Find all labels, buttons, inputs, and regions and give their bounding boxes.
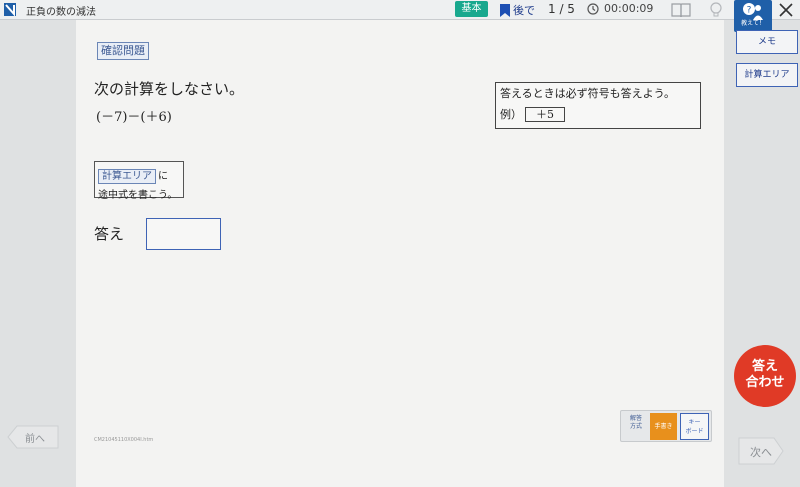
handwriting-mode-button[interactable]: 手書き bbox=[650, 413, 677, 440]
app-logo-icon bbox=[4, 3, 16, 16]
next-button[interactable]: 次へ bbox=[738, 437, 784, 465]
prev-button[interactable]: 前へ bbox=[7, 425, 59, 449]
close-icon[interactable] bbox=[776, 1, 796, 19]
help-button[interactable]: ? 教えて！ bbox=[734, 0, 772, 32]
answer-mode-selector: 解答 方式 手書き キー ボード bbox=[620, 410, 712, 442]
help-label: 教えて！ bbox=[741, 20, 765, 27]
level-badge: 基本 bbox=[455, 1, 488, 17]
check-answer-line2: 合わせ bbox=[745, 375, 785, 390]
calc-area-hint: 計算エリアに 途中式を書こう。 bbox=[94, 161, 184, 201]
svg-text:?: ? bbox=[747, 6, 752, 16]
check-answer-line1: 答え bbox=[751, 359, 778, 374]
check-answer-button[interactable]: 答え 合わせ bbox=[734, 345, 796, 407]
problem-page: 確認問題 次の計算をしなさい。 (－7)－(＋6) 計算エリアに 途中式を書こう… bbox=[76, 20, 724, 487]
calc-area-button[interactable]: 計算エリア bbox=[736, 63, 798, 87]
example-value: ＋5 bbox=[525, 106, 565, 122]
example-label: 例） bbox=[500, 108, 522, 121]
hint-text: 途中式を書こう。 bbox=[98, 190, 178, 201]
bookmark-icon bbox=[500, 3, 510, 17]
sign-note-box: 答えるときは必ず符号も答えよう。 例） ＋5 bbox=[495, 82, 701, 129]
answer-label: 答え bbox=[94, 225, 125, 243]
problem-expression: (－7)－(＋6) bbox=[96, 110, 172, 125]
clock-icon bbox=[587, 2, 599, 15]
book-icon[interactable] bbox=[671, 2, 691, 18]
instruction-text: 次の計算をしなさい。 bbox=[94, 80, 245, 98]
timer: 00:00:09 bbox=[587, 2, 653, 15]
memo-button[interactable]: メモ bbox=[736, 30, 798, 54]
answer-mode-label: 解答 方式 bbox=[629, 415, 642, 430]
answer-input[interactable] bbox=[146, 218, 221, 250]
section-label: 確認問題 bbox=[97, 42, 149, 60]
top-bar: 正負の数の減法 基本 後で 1 / 5 00:00:09 ? 教えて！ bbox=[0, 0, 800, 32]
next-label: 次へ bbox=[750, 446, 772, 459]
unit-title: 正負の数の減法 bbox=[26, 7, 96, 18]
example-row: 例） ＋5 bbox=[500, 106, 696, 122]
question-progress: 1 / 5 bbox=[548, 2, 575, 16]
timer-value: 00:00:09 bbox=[604, 2, 654, 15]
hint-particle: に bbox=[158, 171, 168, 182]
help-person-icon: ? bbox=[743, 3, 763, 20]
hint-calc-area-tag: 計算エリア bbox=[98, 169, 156, 184]
problem-code: CM21045110X004I.htm bbox=[94, 437, 154, 443]
prev-label: 前へ bbox=[25, 434, 45, 445]
hint-bulb-icon[interactable] bbox=[709, 2, 723, 18]
sign-note-text: 答えるときは必ず符号も答えよう。 bbox=[500, 87, 676, 100]
later-button[interactable]: 後で bbox=[500, 1, 535, 19]
keyboard-mode-button[interactable]: キー ボード bbox=[680, 413, 709, 440]
later-label: 後で bbox=[513, 4, 535, 17]
